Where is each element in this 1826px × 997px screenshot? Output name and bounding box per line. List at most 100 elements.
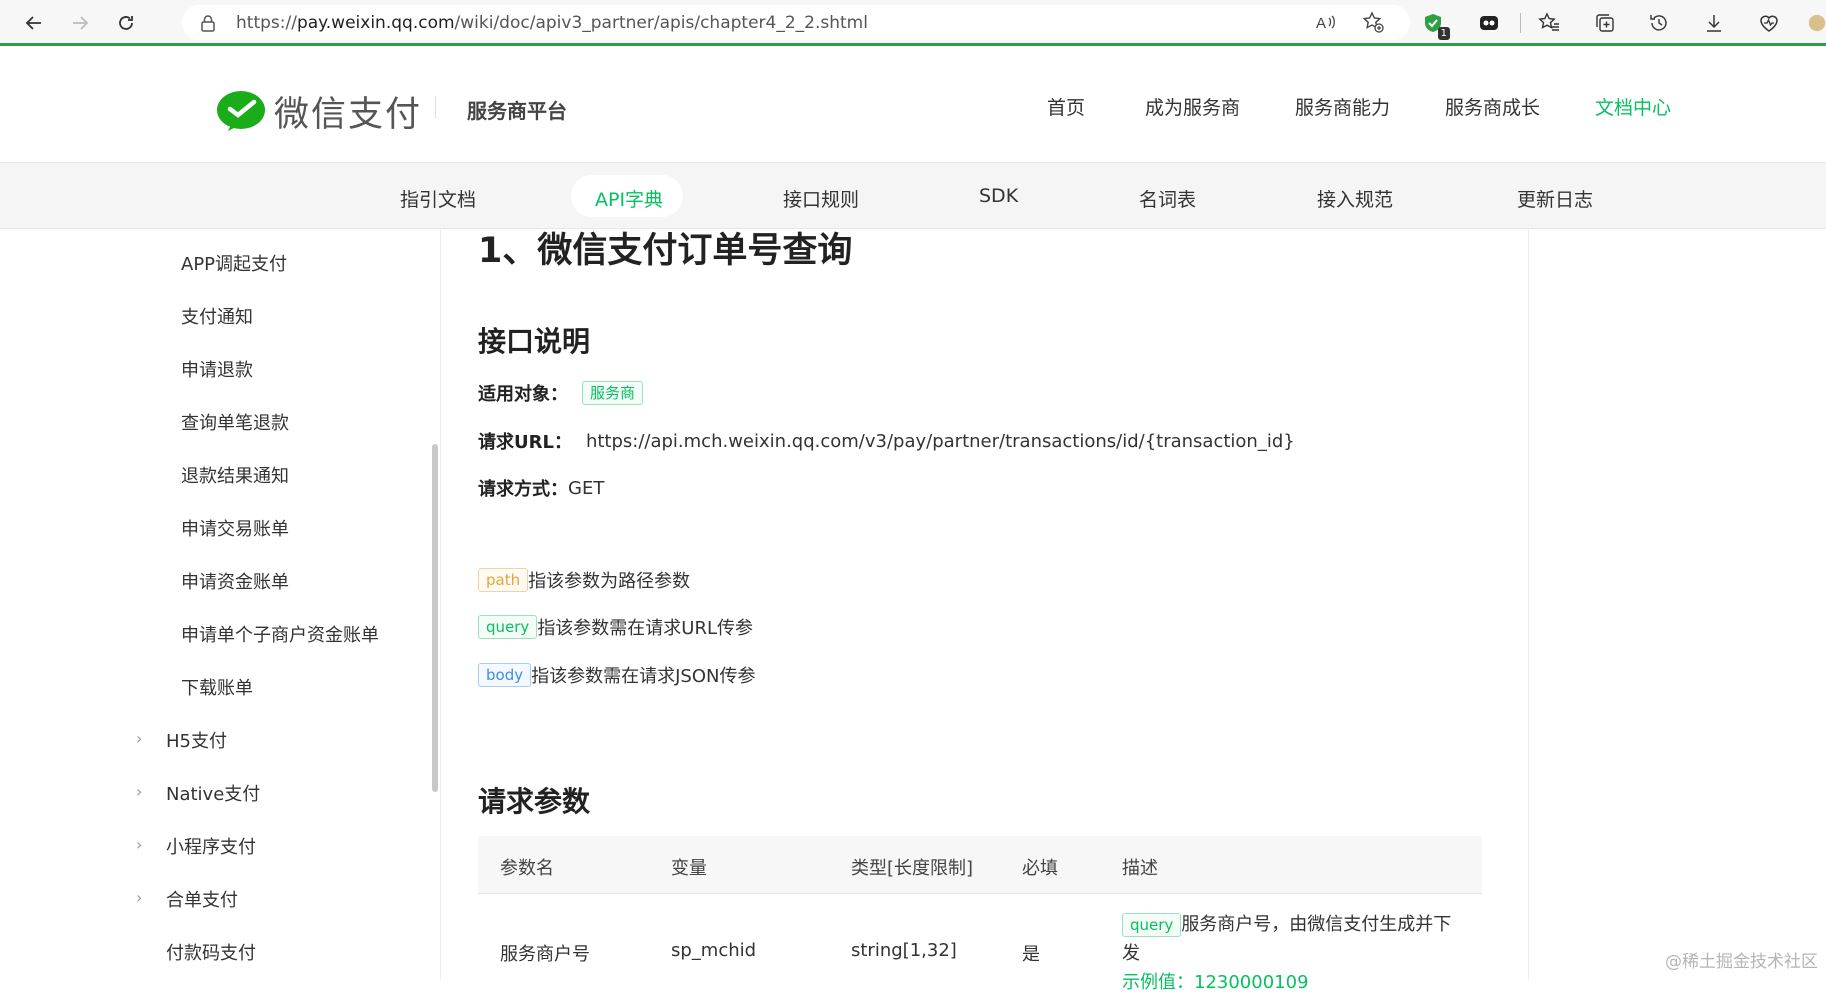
sidebar-group-h5[interactable]: › H5支付 xyxy=(166,727,227,753)
cell-description: query服务商户号，由微信支付生成并下发 示例值：1230000109 xyxy=(1122,910,1462,997)
legend-text: 指该参数需在请求JSON传参 xyxy=(531,662,755,688)
col-header-var: 变量 xyxy=(671,854,707,880)
profile-button[interactable] xyxy=(1808,10,1826,36)
sidebar-item[interactable]: 申请资金账单 xyxy=(181,568,289,594)
header-divider xyxy=(435,96,436,118)
nav-home[interactable]: 首页 xyxy=(1047,93,1085,120)
sidebar-item[interactable]: 申请交易账单 xyxy=(181,515,289,541)
col-header-desc: 描述 xyxy=(1122,854,1158,880)
nav-docs-center[interactable]: 文档中心 xyxy=(1595,93,1671,120)
sidebar-item[interactable]: 退款结果通知 xyxy=(181,462,289,488)
sidebar-item[interactable]: 支付通知 xyxy=(181,303,253,329)
toolbar-separator xyxy=(1520,13,1521,33)
target-tag: 服务商 xyxy=(582,381,643,405)
svg-text:A: A xyxy=(1316,15,1326,32)
read-aloud-button[interactable]: A xyxy=(1312,9,1338,35)
arrow-left-icon xyxy=(24,13,44,33)
cell-required: 是 xyxy=(1022,940,1040,966)
subnav-sdk[interactable]: SDK xyxy=(979,185,1018,207)
sidebar-item[interactable]: 查询单笔退款 xyxy=(181,409,289,435)
watermark: @稀土掘金技术社区 xyxy=(1665,947,1818,972)
sidebar-item[interactable]: 申请退款 xyxy=(181,356,253,382)
sidebar-item[interactable]: 申请单个子商户资金账单 xyxy=(181,621,379,647)
cell-variable: sp_mchid xyxy=(671,940,756,961)
target-label: 适用对象： xyxy=(478,380,568,406)
cell-param-name: 服务商户号 xyxy=(500,940,590,966)
sidebar-divider xyxy=(440,229,441,980)
sidebar-item[interactable]: APP调起支付 xyxy=(181,250,287,276)
sidebar: APP调起支付 支付通知 申请退款 查询单笔退款 退款结果通知 申请交易账单 申… xyxy=(0,229,440,980)
nav-provider-capability[interactable]: 服务商能力 xyxy=(1295,93,1390,120)
shield-extension-button[interactable]: 1 xyxy=(1420,10,1446,36)
legend-text: 指该参数为路径参数 xyxy=(528,567,690,593)
forward-button[interactable] xyxy=(66,9,94,37)
col-header-name: 参数名 xyxy=(500,854,554,880)
path-tag: path xyxy=(478,568,528,592)
favorites-icon xyxy=(1538,12,1560,34)
subnav-api-rules[interactable]: 接口规则 xyxy=(783,185,859,212)
url-label: 请求URL： xyxy=(478,428,572,454)
star-add-icon xyxy=(1362,11,1384,33)
nav-provider-growth[interactable]: 服务商成长 xyxy=(1445,93,1540,120)
refresh-icon xyxy=(116,13,136,33)
method-label: 请求方式： xyxy=(478,475,568,501)
chevron-right-icon: › xyxy=(136,888,142,907)
address-bar[interactable]: https://pay.weixin.qq.com/wiki/doc/apiv3… xyxy=(182,5,1410,40)
page-title: 1、微信支付订单号查询 xyxy=(478,222,852,273)
sidebar-scrollbar[interactable] xyxy=(432,444,438,792)
col-header-type: 类型[长度限制] xyxy=(851,854,973,880)
wechat-pay-logo[interactable]: 微信支付 xyxy=(216,86,422,137)
chevron-right-icon: › xyxy=(136,729,142,748)
content-right-border xyxy=(1528,229,1529,980)
performance-button[interactable] xyxy=(1756,10,1782,36)
sidebar-group-label: 小程序支付 xyxy=(166,837,256,858)
nav-become-provider[interactable]: 成为服务商 xyxy=(1145,93,1240,120)
browser-toolbar: https://pay.weixin.qq.com/wiki/doc/apiv3… xyxy=(0,0,1826,46)
legend-path: path 指该参数为路径参数 xyxy=(478,567,690,593)
chevron-right-icon: › xyxy=(136,835,142,854)
site-header: 微信支付 服务商平台 首页 成为服务商 服务商能力 服务商成长 文档中心 xyxy=(0,49,1826,162)
sidebar-group-combined[interactable]: › 合单支付 xyxy=(166,886,238,912)
history-button[interactable] xyxy=(1646,10,1672,36)
method-value: GET xyxy=(568,478,604,499)
params-table-header: 参数名 变量 类型[长度限制] 必填 描述 xyxy=(478,836,1482,894)
read-aloud-icon: A xyxy=(1314,11,1336,33)
subnav-integration-spec[interactable]: 接入规范 xyxy=(1317,185,1393,212)
heart-pulse-icon xyxy=(1758,12,1780,34)
url-row: 请求URL： https://api.mch.weixin.qq.com/v3/… xyxy=(478,428,1295,454)
sidebar-item[interactable]: 下载账单 xyxy=(181,674,253,700)
arrow-right-icon xyxy=(70,13,90,33)
add-favorite-button[interactable] xyxy=(1360,9,1386,35)
url-text: https://pay.weixin.qq.com/wiki/doc/apiv3… xyxy=(236,13,868,33)
section-heading-interface: 接口说明 xyxy=(478,320,590,360)
col-header-required: 必填 xyxy=(1022,854,1058,880)
sidebar-group-native[interactable]: › Native支付 xyxy=(166,780,260,806)
body-tag: body xyxy=(478,663,531,687)
extension-icon xyxy=(1478,12,1500,34)
refresh-button[interactable] xyxy=(112,9,140,37)
subnav-api-dict[interactable]: API字典 xyxy=(595,185,663,212)
sub-nav: 指引文档 API字典 接口规则 SDK 名词表 接入规范 更新日志 xyxy=(0,162,1826,229)
extension-button[interactable] xyxy=(1476,10,1502,36)
favorites-button[interactable] xyxy=(1536,10,1562,36)
cell-type: string[1,32] xyxy=(851,940,957,961)
back-button[interactable] xyxy=(20,9,48,37)
subnav-guide-docs[interactable]: 指引文档 xyxy=(400,185,476,212)
subnav-changelog[interactable]: 更新日志 xyxy=(1517,185,1593,212)
legend-query: query 指该参数需在请求URL传参 xyxy=(478,614,753,640)
sidebar-group-miniprogram[interactable]: › 小程序支付 xyxy=(166,833,256,859)
query-tag: query xyxy=(478,615,537,639)
legend-text: 指该参数需在请求URL传参 xyxy=(537,614,753,640)
sidebar-group-barcode[interactable]: 付款码支付 xyxy=(166,939,256,965)
download-icon xyxy=(1703,12,1725,34)
method-row: 请求方式： GET xyxy=(478,475,604,501)
wechat-pay-logo-icon xyxy=(216,90,266,134)
logo-text: 微信支付 xyxy=(274,86,422,137)
desc-example: 示例值：1230000109 xyxy=(1122,972,1309,993)
collections-button[interactable] xyxy=(1592,10,1618,36)
sidebar-group-label: Native支付 xyxy=(166,784,260,805)
sidebar-group-label: 付款码支付 xyxy=(166,943,256,964)
subnav-glossary[interactable]: 名词表 xyxy=(1139,185,1196,212)
downloads-button[interactable] xyxy=(1701,10,1727,36)
platform-title: 服务商平台 xyxy=(467,95,567,124)
